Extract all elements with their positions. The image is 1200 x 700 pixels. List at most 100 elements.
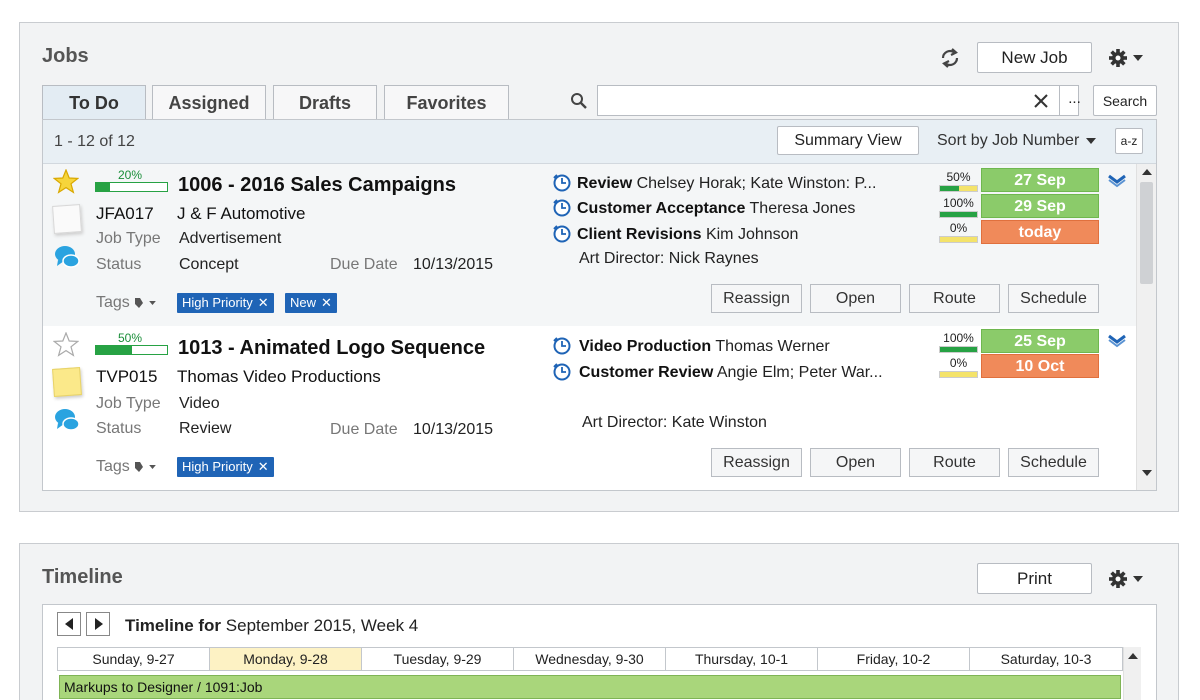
day-header: Friday, 10-2 xyxy=(817,647,970,671)
timeline-settings-menu[interactable] xyxy=(1107,568,1147,590)
due-date-value: 10/13/2015 xyxy=(413,421,494,438)
timeline-heading-label: Timeline for xyxy=(125,616,222,635)
scroll-up-icon[interactable] xyxy=(1128,653,1138,659)
chat-bubble-icon[interactable] xyxy=(54,407,80,433)
new-job-button[interactable]: New Job xyxy=(977,42,1092,73)
settings-menu[interactable] xyxy=(1107,47,1147,69)
gear-icon xyxy=(1109,49,1127,67)
task-percent-label: 0% xyxy=(949,356,968,370)
scroll-up-icon[interactable] xyxy=(1142,169,1152,175)
task-due-date[interactable]: 27 Sep xyxy=(981,168,1099,192)
sticky-note-icon[interactable] xyxy=(52,204,82,234)
close-icon[interactable] xyxy=(1034,94,1048,108)
task-item[interactable]: Customer Acceptance Theresa Jones xyxy=(553,199,855,218)
star-icon[interactable] xyxy=(53,169,79,194)
status-label: Status xyxy=(96,256,142,273)
scroll-down-icon[interactable] xyxy=(1142,470,1152,476)
chat-bubble-icon[interactable] xyxy=(54,244,80,270)
job-percent-label: 50% xyxy=(118,331,143,345)
sort-dropdown[interactable]: Sort by Job Number xyxy=(937,132,1096,150)
reassign-button[interactable]: Reassign xyxy=(711,284,802,313)
chevron-left-icon xyxy=(65,618,73,630)
task-due-date[interactable]: today xyxy=(981,220,1099,244)
chevron-down-icon xyxy=(1133,576,1143,582)
jobs-list: 1 - 12 of 12 Summary View Sort by Job Nu… xyxy=(42,119,1157,491)
tag-label: New xyxy=(290,295,317,310)
list-toolbar: 1 - 12 of 12 Summary View Sort by Job Nu… xyxy=(43,120,1156,164)
job-row: 20% 1006 - 2016 Sales Campaigns JFA017 J… xyxy=(43,164,1136,326)
job-title[interactable]: 1013 - Animated Logo Sequence xyxy=(178,337,485,360)
search-input[interactable] xyxy=(604,90,1024,112)
task-people: Angie Elm; Peter War... xyxy=(716,364,883,381)
route-button[interactable]: Route xyxy=(909,284,1000,313)
job-type-value: Advertisement xyxy=(179,230,282,247)
task-name: Customer Acceptance xyxy=(577,200,746,217)
chevron-down-icon xyxy=(1133,55,1143,61)
tab-to-do[interactable]: To Do xyxy=(42,85,146,120)
remove-tag-icon[interactable]: ✕ xyxy=(258,295,269,310)
task-item[interactable]: Customer Review Angie Elm; Peter War... xyxy=(553,363,883,382)
remove-tag-icon[interactable]: ✕ xyxy=(258,459,269,474)
summary-view-button[interactable]: Summary View xyxy=(777,126,919,155)
sort-direction-button[interactable]: a-z xyxy=(1115,128,1143,154)
day-header: Saturday, 10-3 xyxy=(969,647,1123,671)
search-more-button[interactable]: ... xyxy=(1059,85,1089,116)
remove-tag-icon[interactable]: ✕ xyxy=(321,295,332,310)
jobs-scrollbar[interactable] xyxy=(1136,164,1156,490)
status-label: Status xyxy=(96,420,142,437)
task-people: Chelsey Horak; Kate Winston: P... xyxy=(636,175,877,192)
tag-new: New ✕ xyxy=(285,293,337,313)
tags-label: Tags xyxy=(96,458,130,475)
timeline-area: Timeline for September 2015, Week 4 Sund… xyxy=(42,604,1157,700)
sticky-note-icon[interactable] xyxy=(52,367,82,397)
schedule-button[interactable]: Schedule xyxy=(1008,448,1099,477)
task-people: Thomas Werner xyxy=(715,338,830,355)
job-code: JFA017 xyxy=(96,204,154,223)
reassign-button[interactable]: Reassign xyxy=(711,448,802,477)
tags-menu[interactable]: Tags xyxy=(96,458,156,476)
tab-assigned[interactable]: Assigned xyxy=(152,85,266,120)
task-due-date[interactable]: 25 Sep xyxy=(981,329,1099,353)
refresh-icon[interactable] xyxy=(938,47,962,69)
timeline-panel: Timeline Print Timeline for September 20… xyxy=(19,543,1179,700)
chevron-down-icon xyxy=(148,464,156,469)
task-item[interactable]: Video Production Thomas Werner xyxy=(553,337,830,356)
print-button[interactable]: Print xyxy=(977,563,1092,594)
chevron-right-icon xyxy=(95,618,103,630)
task-item[interactable]: Review Chelsey Horak; Kate Winston: P... xyxy=(553,174,876,193)
tab-favorites[interactable]: Favorites xyxy=(384,85,509,120)
timeline-scrollbar[interactable] xyxy=(1123,647,1141,700)
task-name: Customer Review xyxy=(579,364,714,381)
previous-week-button[interactable] xyxy=(57,612,81,636)
task-name: Client Revisions xyxy=(577,226,702,243)
tag-icon xyxy=(135,297,144,308)
sort-label: Sort by Job Number xyxy=(937,132,1080,149)
next-week-button[interactable] xyxy=(86,612,110,636)
open-button[interactable]: Open xyxy=(810,448,901,477)
search-box: ... xyxy=(597,85,1081,116)
task-due-date[interactable]: 10 Oct xyxy=(981,354,1099,378)
star-icon[interactable] xyxy=(53,332,79,357)
tags-menu[interactable]: Tags xyxy=(96,294,156,312)
tag-label: High Priority xyxy=(182,295,253,310)
job-title[interactable]: 1006 - 2016 Sales Campaigns xyxy=(178,174,456,197)
chevron-down-icon[interactable] xyxy=(1107,334,1127,348)
tab-drafts[interactable]: Drafts xyxy=(273,85,377,120)
search-button[interactable]: Search xyxy=(1093,85,1157,116)
tag-high-priority: High Priority ✕ xyxy=(177,457,274,477)
timeline-task-bar[interactable]: Markups to Designer / 1091:Job xyxy=(59,675,1121,699)
job-code: TVP015 xyxy=(96,367,158,386)
chevron-down-icon xyxy=(148,300,156,305)
due-date-value: 10/13/2015 xyxy=(413,256,494,273)
task-due-date[interactable]: 29 Sep xyxy=(981,194,1099,218)
route-button[interactable]: Route xyxy=(909,448,1000,477)
task-percent-label: 0% xyxy=(949,221,968,235)
task-progress-bar xyxy=(939,236,978,243)
task-name: Review xyxy=(577,175,633,192)
schedule-button[interactable]: Schedule xyxy=(1008,284,1099,313)
scroll-thumb[interactable] xyxy=(1140,182,1153,284)
task-item[interactable]: Client Revisions Kim Johnson xyxy=(553,225,798,244)
open-button[interactable]: Open xyxy=(810,284,901,313)
clock-icon xyxy=(553,199,571,217)
chevron-down-icon[interactable] xyxy=(1107,174,1127,188)
